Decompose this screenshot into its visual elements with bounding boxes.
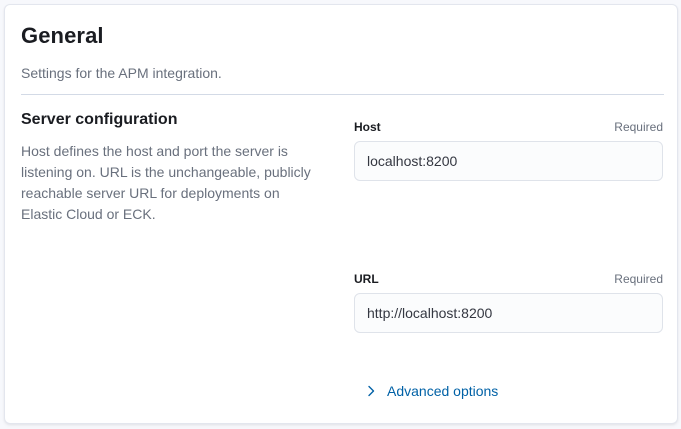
- apm-settings-panel: General Settings for the APM integration…: [4, 4, 678, 424]
- section-title: Server configuration: [21, 111, 178, 128]
- host-label: Host: [354, 120, 381, 134]
- chevron-right-icon: [368, 385, 375, 397]
- page-subtitle: Settings for the APM integration.: [21, 65, 222, 81]
- page-title: General: [21, 23, 104, 48]
- advanced-options-toggle[interactable]: Advanced options: [365, 383, 498, 399]
- advanced-options-label: Advanced options: [387, 383, 499, 399]
- host-required-hint: Required: [614, 120, 663, 134]
- divider: [21, 94, 664, 95]
- url-required-hint: Required: [614, 272, 663, 286]
- url-input[interactable]: [354, 293, 663, 333]
- url-label: URL: [354, 272, 379, 286]
- host-input[interactable]: [354, 141, 663, 181]
- section-description: Host defines the host and port the serve…: [21, 143, 311, 222]
